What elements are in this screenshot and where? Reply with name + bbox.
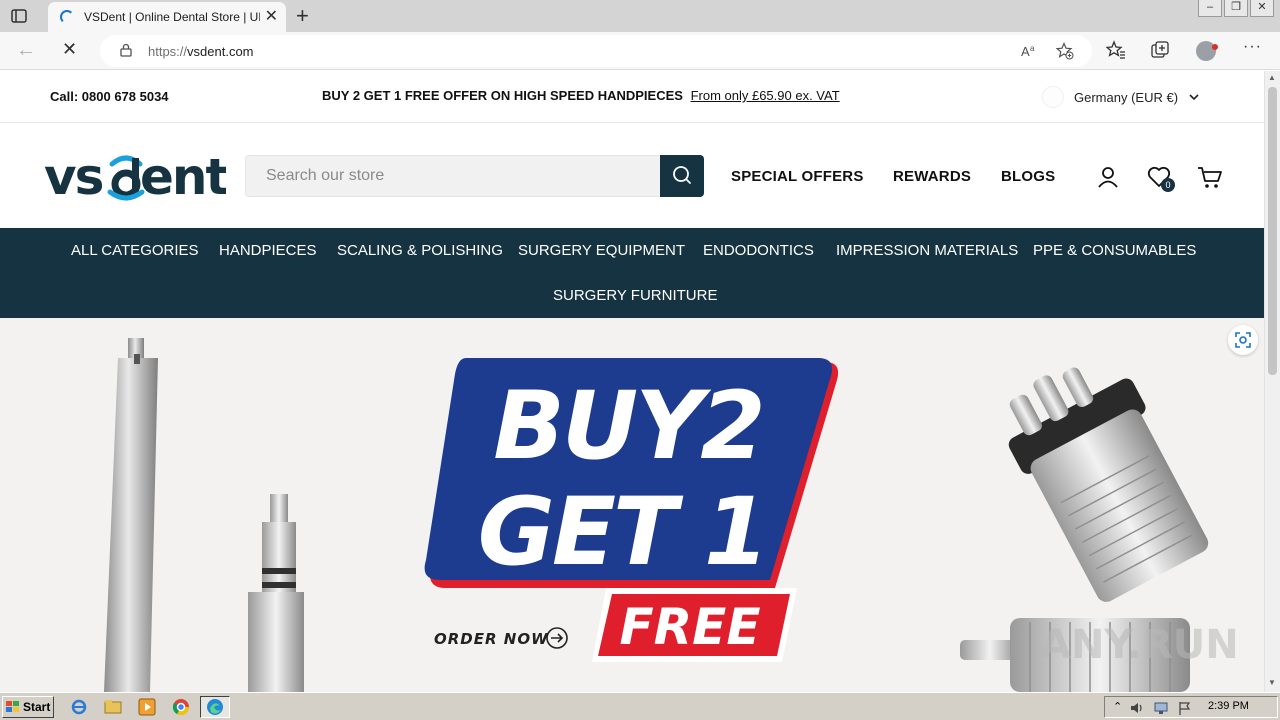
nav-special-offers[interactable]: SPECIAL OFFERS — [731, 168, 864, 185]
network-icon[interactable] — [1153, 700, 1169, 716]
announcement-bar: Call: 0800 678 5034 BUY 2 GET 1 FREE OFF… — [0, 71, 1264, 123]
lock-icon[interactable] — [120, 43, 132, 57]
file-explorer-icon[interactable] — [104, 698, 122, 716]
search-input[interactable] — [246, 156, 660, 196]
watermark-text: ANY.RUN — [1040, 622, 1239, 668]
order-now-label: ORDER NOW — [434, 630, 549, 648]
site-header: vs ent SPECIAL OFFERS REWARDS BLOGS — [0, 124, 1264, 228]
svg-text:A: A — [1021, 44, 1030, 59]
start-label: Start — [23, 700, 51, 714]
promo-link[interactable]: From only £65.90 ex. VAT — [691, 88, 840, 103]
phone-number[interactable]: Call: 0800 678 5034 — [50, 89, 169, 104]
media-player-icon[interactable] — [138, 698, 156, 716]
category-endodontics[interactable]: ENDODONTICS — [703, 242, 814, 259]
restore-button[interactable]: ❐ — [1224, 0, 1248, 17]
coupling-image — [1008, 367, 1209, 602]
address-bar: ← ✕ https://vsdent.com A a ··· — [0, 32, 1280, 70]
browser-tab[interactable]: VSDent | Online Dental Store | UK ✕ — [48, 2, 286, 32]
vsdent-logo[interactable]: vs ent — [44, 152, 226, 202]
category-surgery-equipment[interactable]: SURGERY EQUIPMENT — [518, 242, 685, 259]
svg-text:ent: ent — [140, 152, 226, 202]
window-close-button[interactable]: ✕ — [1250, 0, 1274, 17]
profile-status-dot — [1212, 44, 1218, 50]
nav-rewards[interactable]: REWARDS — [893, 168, 971, 185]
url-text: https://vsdent.com — [148, 44, 254, 59]
scroll-down-arrow-icon[interactable]: ▼ — [1268, 678, 1276, 687]
tab-actions-icon[interactable] — [10, 7, 28, 25]
system-clock: 2:39 PM — [1208, 700, 1249, 712]
system-tray: ⌃ — [1104, 696, 1278, 718]
collections-icon[interactable] — [1150, 40, 1170, 60]
category-all[interactable]: ALL CATEGORIES — [71, 242, 199, 259]
edge-task-button[interactable] — [200, 696, 230, 718]
chrome-icon[interactable] — [172, 698, 190, 716]
loading-spinner-icon — [60, 10, 74, 24]
cart-icon[interactable] — [1197, 164, 1223, 190]
edge-icon — [207, 699, 223, 715]
currency-label: Germany (EUR €) — [1074, 89, 1179, 105]
connector-image — [248, 494, 304, 692]
url-field[interactable]: https://vsdent.com A a — [100, 35, 1092, 67]
svg-text:a: a — [1030, 44, 1035, 53]
internet-explorer-icon[interactable] — [70, 698, 88, 716]
order-now-cta[interactable]: ORDER NOW — [434, 627, 568, 649]
stop-loading-icon[interactable]: ✕ — [62, 39, 77, 60]
category-surgery-furniture[interactable]: SURGERY FURNITURE — [553, 287, 717, 304]
add-favorite-icon[interactable] — [1056, 42, 1074, 60]
windows-taskbar: Start ⌃ 2:39 PM — [0, 692, 1280, 720]
favorites-icon[interactable] — [1106, 40, 1126, 60]
window-controls: – ❐ ✕ — [1198, 0, 1274, 18]
promo-headline: BUY 2 GET 1 FREE OFFER ON HIGH SPEED HAN… — [322, 88, 683, 103]
tray-expand-icon[interactable]: ⌃ — [1113, 700, 1122, 713]
hero-free-text: FREE — [620, 598, 761, 656]
scroll-up-arrow-icon[interactable]: ▲ — [1268, 73, 1276, 82]
handpiece-image — [104, 338, 158, 692]
scrollbar-thumb[interactable] — [1268, 87, 1277, 375]
web-page: Call: 0800 678 5034 BUY 2 GET 1 FREE OFF… — [0, 71, 1264, 692]
visual-search-button[interactable] — [1228, 325, 1258, 355]
hero-line-1: BUY2 — [493, 372, 762, 481]
start-button[interactable]: Start — [2, 696, 54, 718]
category-navigation: ALL CATEGORIES HANDPIECES SCALING & POLI… — [0, 228, 1264, 318]
category-scaling-polishing[interactable]: SCALING & POLISHING — [337, 242, 503, 259]
tab-title: VSDent | Online Dental Store | UK — [84, 10, 260, 24]
read-aloud-icon[interactable]: A a — [1020, 42, 1038, 60]
volume-icon[interactable] — [1129, 700, 1145, 716]
promo-message: BUY 2 GET 1 FREE OFFER ON HIGH SPEED HAN… — [322, 88, 840, 103]
action-center-flag-icon[interactable] — [1177, 700, 1193, 716]
search-icon — [673, 166, 691, 184]
category-impression-materials[interactable]: IMPRESSION MATERIALS — [836, 242, 1018, 259]
new-tab-button[interactable]: + — [296, 3, 309, 29]
visual-search-icon — [1235, 332, 1251, 348]
store-search — [245, 155, 704, 197]
account-icon[interactable] — [1095, 164, 1121, 190]
search-button[interactable] — [660, 155, 704, 197]
offer-badge: BUY2 GET 1 FREE — [424, 358, 839, 662]
windows-logo-icon — [6, 701, 19, 712]
back-arrow-icon[interactable]: ← — [16, 39, 36, 62]
country-flag-icon — [1042, 86, 1064, 108]
minimize-button[interactable]: – — [1198, 0, 1222, 17]
nav-blogs[interactable]: BLOGS — [1001, 168, 1055, 185]
svg-text:vs: vs — [44, 152, 103, 202]
hero-banner[interactable]: BUY2 GET 1 FREE ORDER NOW ANY.RUN — [0, 318, 1264, 692]
tab-close-icon[interactable]: ✕ — [265, 8, 278, 26]
wishlist-count-badge: 0 — [1161, 178, 1175, 192]
currency-selector[interactable]: Germany (EUR €) — [1042, 85, 1200, 109]
category-handpieces[interactable]: HANDPIECES — [219, 242, 317, 259]
more-menu-icon[interactable]: ··· — [1243, 38, 1262, 56]
vertical-scrollbar[interactable]: ▲ ▼ — [1264, 71, 1280, 692]
browser-tab-bar: VSDent | Online Dental Store | UK ✕ + – … — [0, 0, 1280, 32]
hero-line-2: GET 1 — [478, 478, 767, 587]
hero-artwork: BUY2 GET 1 FREE ORDER NOW ANY.RUN — [104, 338, 1239, 692]
category-ppe-consumables[interactable]: PPE & CONSUMABLES — [1033, 242, 1196, 259]
chevron-down-icon — [1189, 94, 1199, 101]
